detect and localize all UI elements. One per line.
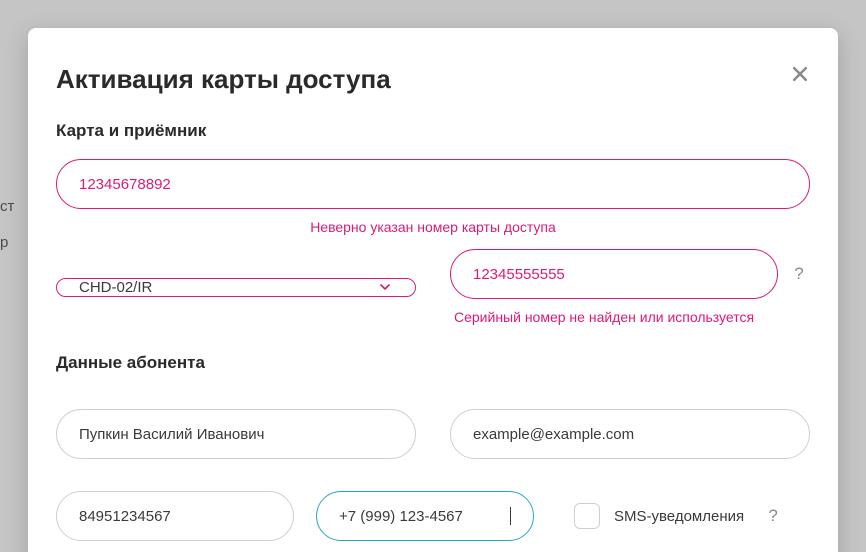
- activation-modal: Активация карты доступа Карта и приёмник…: [28, 28, 838, 552]
- subscriber-name-value: Пупкин Василий Иванович: [79, 426, 393, 443]
- serial-error: Серийный номер не найден или используетс…: [450, 309, 810, 325]
- card-number-value: 12345678892: [79, 176, 787, 193]
- modal-header: Активация карты доступа: [56, 64, 810, 95]
- sms-checkbox-label: SMS-уведомления: [614, 508, 744, 525]
- phones-row: 84951234567 +7 (999) 123-4567 SMS-уведом…: [56, 491, 810, 541]
- card-number-error: Неверно указан номер карты доступа: [56, 219, 810, 235]
- modal-title: Активация карты доступа: [56, 64, 391, 95]
- bg-text: ст: [0, 198, 14, 215]
- sms-help-icon[interactable]: ?: [762, 506, 784, 526]
- card-number-field[interactable]: 12345678892: [56, 159, 810, 209]
- subscriber-email-value: example@example.com: [473, 426, 787, 443]
- subscriber-email-field[interactable]: example@example.com: [450, 409, 810, 459]
- name-email-row: Пупкин Василий Иванович example@example.…: [56, 409, 810, 459]
- receiver-model-value: CHD-02/IR: [79, 279, 377, 296]
- serial-field[interactable]: 12345555555: [450, 249, 778, 299]
- text-caret: [510, 507, 511, 525]
- sms-checkbox-wrap: SMS-уведомления ?: [574, 503, 784, 529]
- bg-text: р: [0, 234, 8, 251]
- serial-col: 12345555555 ? Серийный номер не найден и…: [450, 249, 810, 325]
- section-card-receiver: Карта и приёмник: [56, 121, 810, 141]
- receiver-model-col: CHD-02/IR: [56, 278, 416, 297]
- serial-value: 12345555555: [473, 266, 755, 283]
- phone1-value: 84951234567: [79, 508, 271, 525]
- phone2-value: +7 (999) 123-4567: [339, 508, 509, 525]
- close-icon: [790, 64, 810, 84]
- subscriber-name-field[interactable]: Пупкин Василий Иванович: [56, 409, 416, 459]
- receiver-model-select[interactable]: CHD-02/IR: [56, 278, 416, 297]
- receiver-row: CHD-02/IR 12345555555 ? Серийный номер н…: [56, 249, 810, 325]
- phone1-field[interactable]: 84951234567: [56, 491, 294, 541]
- sms-checkbox[interactable]: [574, 503, 600, 529]
- close-button[interactable]: [790, 64, 810, 84]
- section-subscriber: Данные абонента: [56, 353, 810, 373]
- card-number-row: 12345678892: [56, 159, 810, 209]
- chevron-down-icon: [377, 279, 393, 295]
- serial-help-icon[interactable]: ?: [788, 264, 810, 284]
- phone2-field[interactable]: +7 (999) 123-4567: [316, 491, 534, 541]
